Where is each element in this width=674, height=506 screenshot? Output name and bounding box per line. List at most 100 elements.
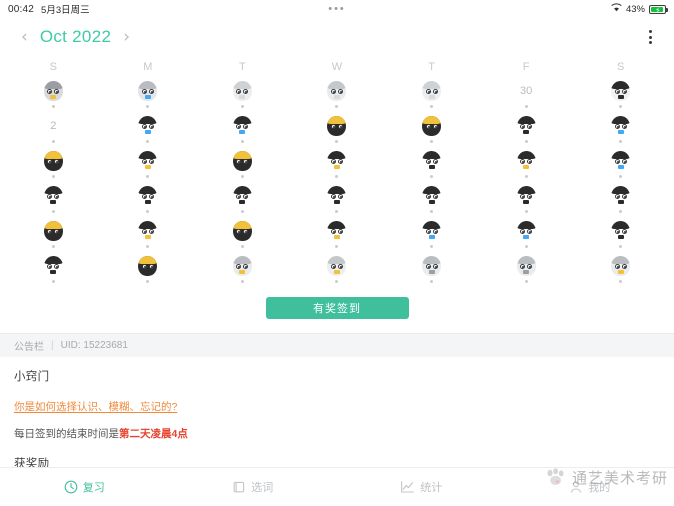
calendar-day-avatar-icon — [232, 255, 253, 277]
calendar-day-dot — [619, 245, 623, 248]
calendar-day-cell[interactable] — [384, 218, 479, 253]
calendar-day-cell[interactable] — [479, 218, 574, 253]
calendar-day-dot — [335, 105, 339, 108]
calendar-day-cell[interactable] — [195, 78, 290, 113]
calendar-day-dot — [524, 105, 528, 108]
content-line-strong: 第二天凌晨4点 — [119, 428, 188, 441]
notice-label: 公告栏 — [14, 342, 44, 353]
weekday-header-0: S — [49, 61, 57, 73]
calendar-day-cell[interactable] — [479, 148, 574, 183]
calendar-day-cell[interactable] — [195, 148, 290, 183]
tab-statistics[interactable]: 统计 — [337, 479, 506, 495]
calendar-day-cell[interactable] — [6, 183, 101, 218]
calendar-day-cell[interactable] — [573, 183, 668, 218]
calendar-day-avatar-icon — [232, 220, 253, 242]
calendar-day-avatar-icon — [232, 115, 253, 137]
calendar-day-avatar-icon — [516, 115, 537, 137]
bottom-tab-bar: 复习 选词 统计 我的 — [0, 467, 674, 506]
calendar-day-cell[interactable] — [290, 148, 385, 183]
calendar-day-cell[interactable] — [384, 113, 479, 148]
calendar-day-cell[interactable] — [290, 78, 385, 113]
calendar-day-cell[interactable] — [195, 218, 290, 253]
calendar-day-cell[interactable] — [6, 253, 101, 288]
calendar-day-cell[interactable] — [101, 78, 196, 113]
month-nav: ‹ Oct 2022 › — [18, 27, 133, 48]
calendar-day-dot — [51, 280, 55, 283]
calendar-day-avatar-icon — [326, 255, 347, 277]
calendar-day-cell[interactable] — [384, 183, 479, 218]
calendar-day-cell[interactable] — [195, 183, 290, 218]
calendar-day-cell[interactable] — [101, 218, 196, 253]
calendar-day-cell[interactable]: 30 — [479, 78, 574, 113]
book-icon — [232, 480, 246, 494]
calendar-day-cell[interactable] — [573, 113, 668, 148]
calendar-day-cell[interactable] — [101, 253, 196, 288]
calendar-day-dot — [619, 280, 623, 283]
tab-wordselect[interactable]: 选词 — [169, 479, 338, 495]
calendar-day-cell[interactable] — [101, 113, 196, 148]
month-label[interactable]: Oct 2022 — [40, 27, 111, 47]
content-link[interactable]: 你是如何选择认识、模糊、忘记的? — [14, 399, 177, 415]
calendar-day-cell[interactable] — [290, 218, 385, 253]
battery-charging-icon: ⚡ — [649, 4, 668, 15]
calendar-day-dot — [430, 140, 434, 143]
calendar-day-dot — [524, 245, 528, 248]
checkin-button[interactable]: 有奖签到 — [265, 297, 409, 319]
calendar-day-dot — [619, 140, 623, 143]
calendar-day-cell[interactable] — [6, 148, 101, 183]
calendar-day-cell[interactable] — [290, 183, 385, 218]
app-root: 00:42 5月3日周三 ••• 43% ⚡ ‹ Oct 2022 › S M … — [0, 0, 674, 506]
calendar-day-avatar-icon — [43, 255, 64, 277]
calendar-day-cell[interactable] — [479, 183, 574, 218]
calendar-day-dot — [430, 210, 434, 213]
calendar-day-cell[interactable] — [573, 148, 668, 183]
calendar-day-cell[interactable] — [384, 148, 479, 183]
calendar-day-avatar-icon — [137, 185, 158, 207]
status-bar-left: 00:42 5月3日周三 — [8, 2, 90, 17]
clock-icon — [64, 480, 78, 494]
calendar-day-avatar-icon — [421, 185, 442, 207]
calendar-day-avatar-icon — [326, 150, 347, 172]
calendar-day-cell[interactable]: 2 — [6, 113, 101, 148]
calendar-day-cell[interactable] — [384, 253, 479, 288]
calendar-day-cell[interactable] — [195, 253, 290, 288]
calendar-day-dot — [619, 210, 623, 213]
calendar-week-row — [6, 253, 668, 288]
calendar-day-cell[interactable] — [573, 218, 668, 253]
calendar-day-cell[interactable] — [479, 113, 574, 148]
calendar-day-dot — [51, 175, 55, 178]
tab-wordselect-label: 选词 — [251, 482, 274, 494]
chevron-right-icon[interactable]: › — [120, 27, 133, 48]
weekday-header-2: T — [239, 61, 246, 73]
calendar-day-cell[interactable] — [573, 253, 668, 288]
kebab-menu-icon[interactable] — [640, 27, 660, 47]
calendar-day-cell[interactable] — [101, 148, 196, 183]
content-line-prefix: 每日签到的结束时间是 — [14, 428, 119, 441]
calendar-day-cell[interactable] — [573, 78, 668, 113]
status-bar: 00:42 5月3日周三 ••• 43% ⚡ — [0, 0, 674, 18]
calendar-day-avatar-icon — [421, 255, 442, 277]
calendar-day-dot — [51, 105, 55, 108]
calendar-day-cell[interactable] — [384, 78, 479, 113]
calendar-day-cell[interactable] — [195, 113, 290, 148]
calendar-day-dot — [240, 210, 244, 213]
calendar-day-cell[interactable] — [290, 253, 385, 288]
calendar-day-avatar-icon — [137, 220, 158, 242]
calendar-day-cell[interactable] — [290, 113, 385, 148]
status-bar-right: 43% ⚡ — [611, 3, 668, 15]
calendar-day-avatar-icon — [326, 220, 347, 242]
tab-review[interactable]: 复习 — [0, 479, 169, 495]
calendar-day-dot — [335, 175, 339, 178]
tab-profile[interactable]: 我的 — [506, 479, 674, 495]
calendar-day-cell[interactable] — [479, 253, 574, 288]
calendar-day-cell[interactable] — [6, 218, 101, 253]
calendar-day-avatar-icon — [43, 80, 64, 102]
calendar-day-avatar-icon — [421, 80, 442, 102]
calendar-day-dot — [524, 280, 528, 283]
content-line: 每日签到的结束时间是第二天凌晨4点 — [14, 426, 660, 442]
calendar-day-avatar-icon — [421, 115, 442, 137]
calendar-day-avatar-icon — [137, 150, 158, 172]
calendar-day-cell[interactable] — [101, 183, 196, 218]
calendar-day-cell[interactable] — [6, 78, 101, 113]
chevron-left-icon[interactable]: ‹ — [18, 27, 31, 48]
